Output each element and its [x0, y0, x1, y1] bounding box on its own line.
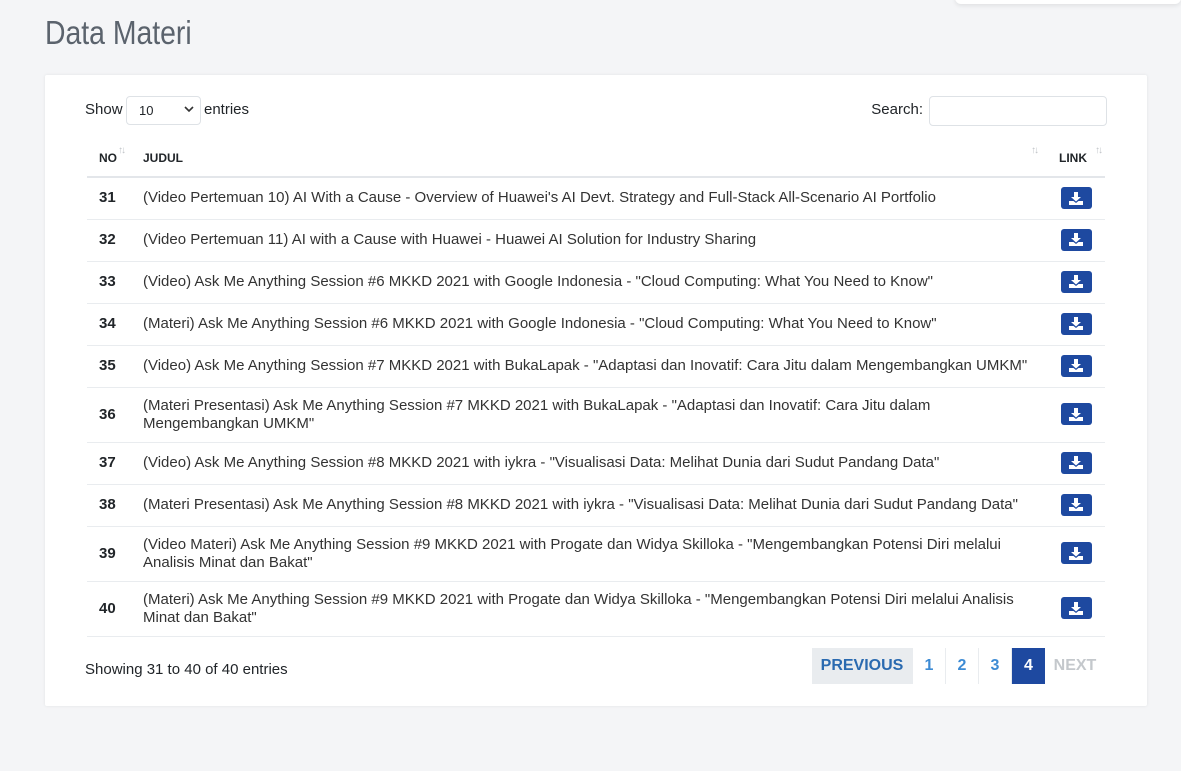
download-button[interactable] [1060, 403, 1092, 426]
column-header-judul-label: JUDUL [143, 150, 184, 165]
pagination: PREVIOUS 1 2 3 4 NEXT [812, 648, 1105, 684]
row-title: (Materi) Ask Me Anything Session #6 MKKD… [131, 303, 1047, 346]
top-user-panel [955, 0, 1181, 4]
page-title: Data Materi [45, 14, 192, 51]
row-number: 33 [87, 261, 131, 304]
table-info: Showing 31 to 40 of 40 entries [85, 661, 288, 678]
row-title: (Materi Presentasi) Ask Me Anything Sess… [131, 484, 1047, 527]
row-title: (Video Materi) Ask Me Anything Session #… [131, 526, 1047, 582]
page-button-4-active[interactable]: 4 [1011, 648, 1045, 684]
entries-label: entries [204, 101, 250, 118]
download-icon [1069, 359, 1083, 373]
previous-button[interactable]: PREVIOUS [812, 648, 912, 684]
materi-table: NO ↑↓ JUDUL ↑↓ LINK ↑↓ 31 (Video Pertemu… [87, 139, 1105, 637]
download-button[interactable] [1060, 493, 1092, 516]
download-icon [1069, 275, 1083, 289]
download-icon [1069, 601, 1083, 615]
table-row: 32 (Video Pertemuan 11) AI with a Cause … [87, 219, 1105, 262]
download-button[interactable] [1060, 270, 1092, 293]
table-row: 38 (Materi Presentasi) Ask Me Anything S… [87, 484, 1105, 527]
row-title: (Video Pertemuan 11) AI with a Cause wit… [131, 219, 1047, 262]
row-number: 32 [87, 219, 131, 262]
row-title: (Materi) Ask Me Anything Session #9 MKKD… [131, 581, 1047, 637]
row-link-cell [1047, 484, 1105, 527]
table-row: 39 (Video Materi) Ask Me Anything Sessio… [87, 526, 1105, 582]
row-title: (Materi Presentasi) Ask Me Anything Sess… [131, 387, 1047, 443]
download-icon [1069, 407, 1083, 421]
row-title: (Video) Ask Me Anything Session #8 MKKD … [131, 442, 1047, 485]
download-button[interactable] [1060, 451, 1092, 474]
row-number: 37 [87, 442, 131, 485]
table-row: 35 (Video) Ask Me Anything Session #7 MK… [87, 345, 1105, 388]
row-link-cell [1047, 303, 1105, 346]
sort-icon: ↑↓ [1095, 145, 1103, 156]
table-row: 34 (Materi) Ask Me Anything Session #6 M… [87, 303, 1105, 346]
download-button[interactable] [1060, 542, 1092, 565]
table-row: 40 (Materi) Ask Me Anything Session #9 M… [87, 581, 1105, 637]
download-icon [1069, 191, 1083, 205]
download-button[interactable] [1060, 354, 1092, 377]
row-title: (Video) Ask Me Anything Session #6 MKKD … [131, 261, 1047, 304]
entries-length-value: 10 [139, 103, 154, 118]
row-title: (Video Pertemuan 10) AI With a Cause - O… [131, 177, 1047, 220]
search-label: Search: [871, 101, 923, 118]
download-icon [1069, 317, 1083, 331]
table-header-row: NO ↑↓ JUDUL ↑↓ LINK ↑↓ [87, 139, 1105, 178]
row-number: 36 [87, 387, 131, 443]
row-number: 35 [87, 345, 131, 388]
chevron-down-icon [184, 104, 194, 116]
entries-length-select[interactable]: 10 [126, 96, 201, 125]
column-header-link[interactable]: LINK ↑↓ [1047, 139, 1105, 178]
row-link-cell [1047, 387, 1105, 443]
download-icon [1069, 546, 1083, 560]
row-link-cell [1047, 261, 1105, 304]
page-button-3[interactable]: 3 [978, 648, 1011, 684]
sort-icon: ↑↓ [118, 145, 126, 156]
download-icon [1069, 233, 1083, 247]
column-header-no[interactable]: NO ↑↓ [87, 139, 131, 178]
search-input[interactable] [929, 96, 1107, 126]
row-number: 40 [87, 581, 131, 637]
show-label: Show [85, 101, 123, 118]
row-title: (Video) Ask Me Anything Session #7 MKKD … [131, 345, 1047, 388]
download-button[interactable] [1060, 597, 1092, 620]
next-button[interactable]: NEXT [1045, 648, 1105, 684]
row-link-cell [1047, 442, 1105, 485]
download-button[interactable] [1060, 228, 1092, 251]
table-row: 37 (Video) Ask Me Anything Session #8 MK… [87, 442, 1105, 485]
column-header-link-label: LINK [1059, 150, 1087, 165]
column-header-judul[interactable]: JUDUL ↑↓ [131, 139, 1047, 178]
table-row: 31 (Video Pertemuan 10) AI With a Cause … [87, 177, 1105, 220]
row-link-cell [1047, 581, 1105, 637]
row-number: 38 [87, 484, 131, 527]
row-number: 31 [87, 177, 131, 220]
row-link-cell [1047, 345, 1105, 388]
download-icon [1069, 456, 1083, 470]
row-number: 39 [87, 526, 131, 582]
row-link-cell [1047, 177, 1105, 220]
page-button-2[interactable]: 2 [945, 648, 978, 684]
page-button-1[interactable]: 1 [912, 648, 945, 684]
download-button[interactable] [1060, 312, 1092, 335]
table-row: 36 (Materi Presentasi) Ask Me Anything S… [87, 387, 1105, 443]
row-link-cell [1047, 219, 1105, 262]
sort-icon: ↑↓ [1031, 145, 1039, 156]
table-row: 33 (Video) Ask Me Anything Session #6 MK… [87, 261, 1105, 304]
row-link-cell [1047, 526, 1105, 582]
table-controls: Show 10 entries Search: [85, 96, 1107, 126]
download-button[interactable] [1060, 187, 1092, 209]
data-card: Show 10 entries Search: NO ↑↓ JUDUL ↑↓ L… [45, 75, 1147, 706]
download-icon [1069, 498, 1083, 512]
column-header-no-label: NO [99, 150, 117, 165]
row-number: 34 [87, 303, 131, 346]
